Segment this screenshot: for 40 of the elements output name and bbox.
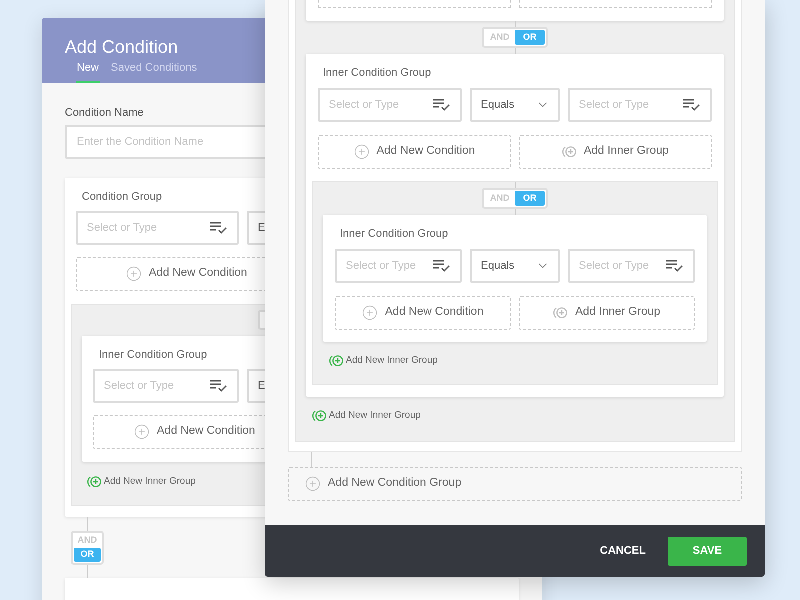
list-check-icon <box>210 380 227 392</box>
select-field[interactable]: Select or Type <box>318 88 462 122</box>
group-label: Condition Group <box>82 190 162 204</box>
field-label: Condition Name <box>65 106 145 120</box>
window-title: Add Condition <box>65 36 178 58</box>
select-field[interactable]: Select or Type <box>93 368 239 403</box>
list-check-icon <box>683 99 700 111</box>
list-check-icon <box>433 260 450 272</box>
plus-circle-icon <box>305 476 321 492</box>
save-button[interactable]: SAVE <box>668 536 747 566</box>
group-label: Inner Condition Group <box>340 227 448 241</box>
group-plus-icon <box>87 476 102 488</box>
group-plus-icon <box>553 307 568 319</box>
plus-circle-icon <box>362 305 378 321</box>
add-inner-group-button[interactable]: Add Inner Group <box>519 135 712 169</box>
group-label: Inner Condition Group <box>323 66 432 80</box>
group-plus-icon <box>329 355 344 368</box>
select-field[interactable]: Select or Type <box>568 249 695 283</box>
group-plus-icon <box>312 410 327 422</box>
add-condition-button[interactable]: Add New Condition <box>318 135 511 169</box>
operator-dropdown[interactable]: Equals <box>470 249 560 283</box>
add-condition-button[interactable]: Add New Condition <box>335 296 511 330</box>
plus-circle-icon <box>126 266 142 282</box>
tab[interactable]: New <box>76 60 100 83</box>
cancel-button[interactable]: CANCEL <box>600 542 646 560</box>
plus-circle-icon <box>134 424 150 440</box>
add-inner-group-button[interactable]: Add Inner Group <box>519 296 695 330</box>
list-check-icon <box>666 260 683 272</box>
plus-circle-icon <box>354 144 370 160</box>
select-field[interactable]: Select or Type <box>335 249 462 283</box>
select-field[interactable]: Select or Type <box>568 88 712 122</box>
list-check-icon <box>433 99 450 111</box>
add-inner-group-link[interactable]: Add New Inner Group <box>329 354 438 368</box>
select-field[interactable]: Select or Type <box>76 210 239 245</box>
add-condition-group-button[interactable]: Add New Condition Group <box>288 466 742 500</box>
operator-dropdown[interactable]: Equals <box>470 88 560 122</box>
group-plus-icon <box>562 146 577 158</box>
group-label: Inner Condition Group <box>99 348 208 362</box>
list-check-icon <box>210 222 227 234</box>
add-inner-group-link[interactable]: Add New Inner Group <box>87 474 196 489</box>
